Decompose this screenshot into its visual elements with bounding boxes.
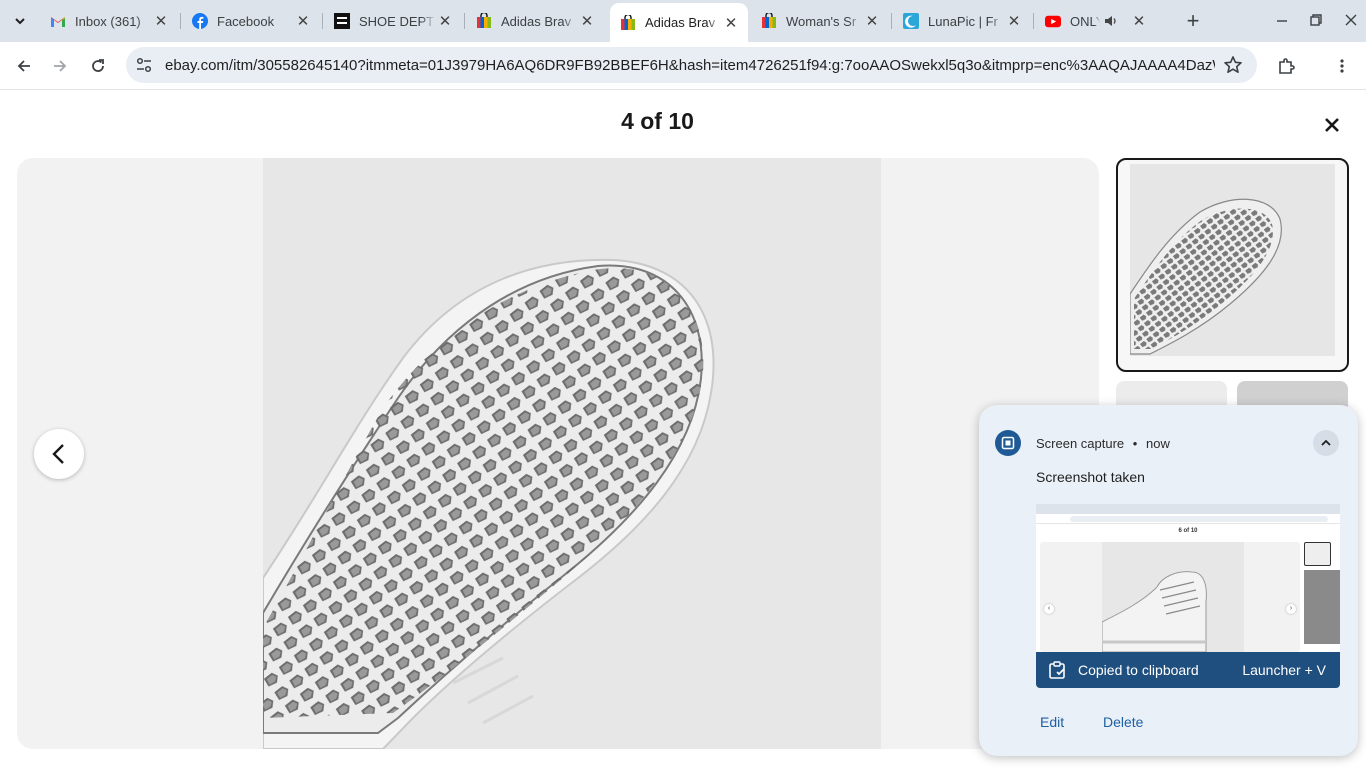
restore-icon: [1310, 14, 1322, 26]
close-icon: [1325, 118, 1339, 132]
bookmark-star-icon[interactable]: [1223, 55, 1243, 75]
image-counter: 4 of 10: [621, 108, 694, 134]
puzzle-icon: [1279, 58, 1295, 74]
close-window-button[interactable]: [1337, 8, 1365, 32]
thumbnail-image: [1129, 164, 1335, 356]
delete-button[interactable]: Delete: [1103, 714, 1143, 730]
forward-button[interactable]: [44, 50, 76, 82]
tab-separator: [1033, 13, 1034, 29]
tab-facebook[interactable]: Facebook ✕: [182, 0, 320, 42]
extensions-button[interactable]: [1270, 50, 1302, 82]
previous-image-button[interactable]: [34, 429, 84, 479]
close-tab-icon[interactable]: ✕: [722, 14, 740, 32]
chevron-down-icon: [15, 18, 25, 25]
tab-title: Facebook: [217, 13, 275, 29]
chevron-left-icon: [52, 444, 64, 464]
tab-adidas-active[interactable]: Adidas Brav ✕: [610, 3, 748, 42]
minimize-icon: [1277, 20, 1287, 22]
reload-icon: [92, 59, 104, 72]
tab-womans[interactable]: Woman's Sr ✕: [751, 0, 889, 42]
notification-source: Screen capture • now: [1036, 436, 1170, 451]
edit-button[interactable]: Edit: [1040, 714, 1064, 730]
tab-title: SHOE DEPT: [359, 13, 435, 29]
preview-shoe-image: [1101, 542, 1244, 652]
browser-toolbar: ebay.com/itm/305582645140?itmmeta=01J397…: [0, 42, 1366, 90]
tab-title: Adidas Brav: [645, 15, 716, 30]
tab-lunapic[interactable]: LunaPic | Fr ✕: [893, 0, 1031, 42]
maximize-button[interactable]: [1302, 8, 1330, 32]
reload-button[interactable]: [82, 50, 114, 82]
clipboard-bar[interactable]: Copied to clipboard Launcher + V: [1036, 652, 1340, 688]
tab-inbox[interactable]: Inbox (361) ✕: [40, 0, 178, 42]
tab-title: Adidas Brav: [501, 13, 572, 29]
screen-capture-icon: [995, 430, 1021, 456]
tab-separator: [322, 13, 323, 29]
preview-toolbar: [1036, 514, 1340, 524]
preview-image-frame: ‹ ›: [1040, 542, 1300, 652]
close-tab-icon[interactable]: ✕: [436, 12, 454, 30]
main-image-frame: [17, 158, 1099, 749]
arrow-right-icon: [54, 60, 67, 72]
facebook-icon: [192, 13, 208, 29]
preview-counter: 6 of 10: [1178, 528, 1198, 534]
tab-title: Woman's Sr: [786, 13, 857, 29]
tab-youtube[interactable]: ONLY $2 ✕: [1035, 0, 1173, 42]
tab-separator: [464, 13, 465, 29]
address-bar[interactable]: ebay.com/itm/305582645140?itmmeta=01J397…: [126, 47, 1257, 83]
tab-shoe-dept[interactable]: SHOE DEPT ✕: [324, 0, 462, 42]
preview-tabstrip: [1036, 504, 1340, 514]
url-text[interactable]: ebay.com/itm/305582645140?itmmeta=01J397…: [165, 57, 1215, 74]
close-tab-icon[interactable]: ✕: [1130, 12, 1148, 30]
screen-capture-notification: Screen capture • now Screenshot taken 6 …: [979, 405, 1358, 756]
chevron-up-icon: [1321, 439, 1331, 446]
lunapic-icon: [903, 13, 919, 29]
gmail-icon: [50, 13, 66, 29]
tab-separator: [180, 13, 181, 29]
site-settings-icon[interactable]: [135, 56, 153, 74]
notification-title: Screenshot taken: [1036, 469, 1145, 485]
back-button[interactable]: [8, 50, 40, 82]
tab-adidas-1[interactable]: Adidas Brav ✕: [466, 0, 604, 42]
clipboard-shortcut: Launcher + V: [1242, 662, 1326, 678]
preview-prev-icon: ‹: [1044, 604, 1054, 614]
new-tab-button[interactable]: +: [1181, 8, 1205, 33]
product-image-shoe-sole[interactable]: [263, 158, 881, 749]
more-vertical-icon: [1340, 59, 1344, 73]
ebay-icon: [761, 13, 777, 29]
thumbnail-selected[interactable]: [1116, 158, 1349, 372]
arrow-left-icon: [17, 60, 30, 72]
preview-thumbnail: [1304, 542, 1331, 566]
clipboard-text: Copied to clipboard: [1078, 662, 1199, 678]
ebay-icon: [620, 14, 636, 31]
close-tab-icon[interactable]: ✕: [294, 12, 312, 30]
ebay-icon: [476, 13, 492, 29]
close-icon: [1345, 14, 1357, 26]
close-tab-icon[interactable]: ✕: [1005, 12, 1023, 30]
close-tab-icon[interactable]: ✕: [863, 12, 881, 30]
clipboard-check-icon: [1049, 661, 1065, 679]
minimize-button[interactable]: [1268, 8, 1296, 32]
menu-button[interactable]: [1326, 50, 1358, 82]
close-tab-icon[interactable]: ✕: [152, 12, 170, 30]
shoe-dept-icon: [334, 13, 350, 29]
speaker-icon[interactable]: [1104, 13, 1120, 29]
preview-next-icon: ›: [1286, 604, 1296, 614]
preview-thumbnail: [1304, 570, 1340, 644]
tab-title: ONLY $2: [1070, 13, 1100, 29]
tab-separator: [891, 13, 892, 29]
screenshot-preview[interactable]: 6 of 10 ‹ ›: [1036, 504, 1340, 652]
tab-strip: Inbox (361) ✕ Facebook ✕ SHOE DEPT ✕ Adi…: [0, 0, 1366, 42]
tab-title: Inbox (361): [75, 13, 141, 29]
tab-title: LunaPic | Fr: [928, 13, 998, 29]
close-viewer-button[interactable]: [1314, 107, 1350, 143]
close-tab-icon[interactable]: ✕: [578, 12, 596, 30]
tab-search-button[interactable]: [8, 9, 32, 33]
collapse-button[interactable]: [1313, 430, 1339, 456]
youtube-icon: [1045, 13, 1061, 29]
